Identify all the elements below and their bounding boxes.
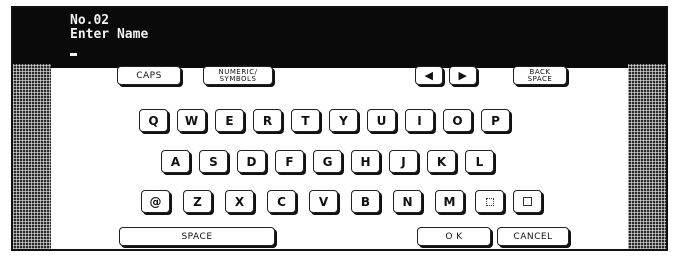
key-e[interactable]: E xyxy=(215,109,244,132)
key-m[interactable]: M xyxy=(435,190,464,213)
text-cursor xyxy=(70,53,77,56)
numeric-symbols-button[interactable]: NUMERIC/ SYMBOLS xyxy=(203,66,273,85)
key-u[interactable]: U xyxy=(367,109,396,132)
key-w[interactable]: W xyxy=(177,109,206,132)
key-i[interactable]: I xyxy=(405,109,434,132)
cancel-button[interactable]: CANCEL xyxy=(497,227,569,246)
key-h[interactable]: H xyxy=(351,150,380,173)
key-t[interactable]: T xyxy=(291,109,320,132)
lcd-display: No.02 Enter Name xyxy=(13,8,666,64)
key-y[interactable]: Y xyxy=(329,109,358,132)
fax-panel: No.02 Enter Name CAPS NUMERIC/ SYMBOLS ◀… xyxy=(11,6,668,251)
key-o[interactable]: O xyxy=(443,109,472,132)
back-space-button[interactable]: BACK SPACE xyxy=(513,66,567,85)
key-at[interactable]: @ xyxy=(141,190,170,213)
display-line-1: No.02 xyxy=(70,13,110,28)
cursor-right-button[interactable]: ▶ xyxy=(449,66,477,85)
key-q[interactable]: Q xyxy=(139,109,168,132)
key-b[interactable]: B xyxy=(351,190,380,213)
half-space-key[interactable] xyxy=(475,190,504,213)
key-v[interactable]: V xyxy=(309,190,338,213)
key-j[interactable]: J xyxy=(389,150,418,173)
key-x[interactable]: X xyxy=(225,190,254,213)
display-line-2: Enter Name xyxy=(70,27,149,42)
key-l[interactable]: L xyxy=(465,150,494,173)
key-c[interactable]: C xyxy=(267,190,296,213)
key-k[interactable]: K xyxy=(427,150,456,173)
key-d[interactable]: D xyxy=(237,150,266,173)
key-f[interactable]: F xyxy=(275,150,304,173)
key-s[interactable]: S xyxy=(199,150,228,173)
full-space-key[interactable] xyxy=(513,190,542,213)
key-p[interactable]: P xyxy=(481,109,510,132)
key-z[interactable]: Z xyxy=(183,190,212,213)
key-a[interactable]: A xyxy=(161,150,190,173)
ok-button[interactable]: O K xyxy=(417,227,491,246)
space-button[interactable]: SPACE xyxy=(119,227,275,246)
square-icon xyxy=(523,197,532,206)
cursor-left-button[interactable]: ◀ xyxy=(415,66,443,85)
caps-button[interactable]: CAPS xyxy=(117,66,181,85)
key-g[interactable]: G xyxy=(313,150,342,173)
dotted-square-icon xyxy=(485,197,494,206)
right-hatch-panel xyxy=(628,64,666,249)
key-r[interactable]: R xyxy=(253,109,282,132)
key-n[interactable]: N xyxy=(393,190,422,213)
left-hatch-panel xyxy=(13,64,51,249)
